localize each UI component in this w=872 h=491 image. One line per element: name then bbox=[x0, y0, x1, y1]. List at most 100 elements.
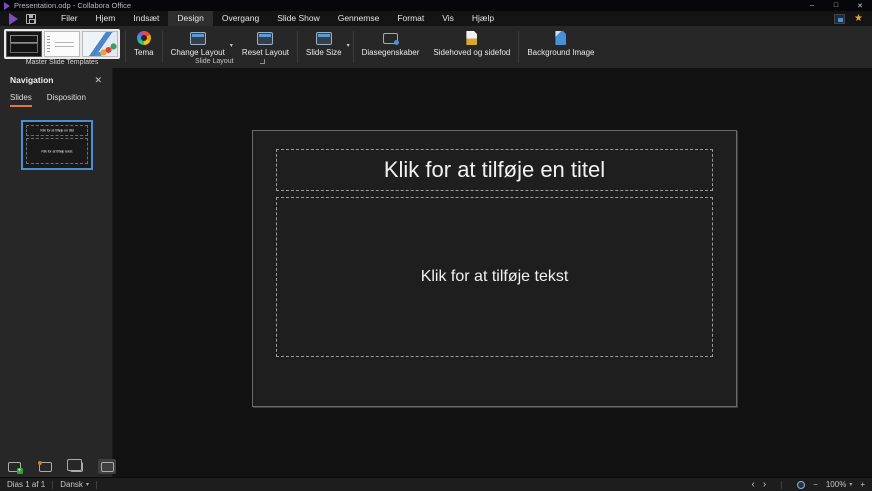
language-dropdown-icon: ▾ bbox=[86, 481, 89, 488]
slide-size-icon bbox=[316, 32, 332, 45]
slide-canvas[interactable]: Klik for at tilføje en titel Klik for at… bbox=[252, 130, 737, 407]
statusbar-divider bbox=[96, 481, 97, 489]
menu-design[interactable]: Design bbox=[168, 11, 212, 26]
ribbon-separator bbox=[353, 31, 354, 63]
thumbnail-title-placeholder: Klik for at tilføje en titel bbox=[26, 125, 88, 136]
collabora-logo-icon[interactable] bbox=[9, 13, 18, 25]
slide-properties-icon bbox=[383, 33, 398, 44]
header-footer-button[interactable]: Sidehoved og sidefod bbox=[426, 28, 517, 57]
zoom-in-button[interactable]: + bbox=[860, 480, 865, 489]
background-image-group: Background Image bbox=[520, 26, 601, 68]
language-selector[interactable]: Dansk ▾ bbox=[60, 480, 89, 489]
ribbon-separator bbox=[125, 31, 126, 63]
fit-slide-icon[interactable] bbox=[797, 481, 805, 489]
title-placeholder[interactable]: Klik for at tilføje en titel bbox=[276, 149, 713, 191]
minimize-button[interactable]: – bbox=[800, 0, 824, 11]
thumbnail-body-placeholder: Klik for at tilføje tekst bbox=[26, 138, 88, 164]
app-logo-icon bbox=[4, 2, 10, 10]
duplicate-slide-button[interactable] bbox=[67, 459, 85, 474]
next-slide-button[interactable]: › bbox=[763, 480, 766, 490]
slide-counter: Dias 1 af 1 bbox=[7, 480, 45, 489]
tema-group: Tema bbox=[127, 26, 161, 68]
change-layout-button[interactable]: Change Layout bbox=[164, 28, 232, 57]
tema-button[interactable]: Tema bbox=[127, 28, 161, 57]
language-label: Dansk bbox=[60, 480, 83, 489]
reset-layout-label: Reset Layout bbox=[242, 48, 289, 57]
thumbnail-title-text: Klik for at tilføje en titel bbox=[40, 129, 74, 133]
master-template-notebook[interactable] bbox=[44, 31, 80, 57]
slide-size-label: Slide Size bbox=[306, 48, 342, 57]
rename-slide-icon bbox=[39, 462, 52, 472]
delete-slide-button[interactable] bbox=[98, 459, 116, 474]
zoom-dropdown-icon: ▾ bbox=[849, 481, 852, 488]
navigation-close-icon[interactable]: ✕ bbox=[94, 76, 102, 85]
status-bar: Dias 1 af 1 Dansk ▾ ‹ › − 100% ▾ + bbox=[0, 477, 872, 491]
slide-layout-group-text: Slide Layout bbox=[195, 58, 234, 65]
star-icon[interactable]: ★ bbox=[854, 14, 863, 24]
statusbar-divider bbox=[781, 481, 782, 489]
maximize-button[interactable]: □ bbox=[824, 0, 848, 11]
reset-layout-icon bbox=[257, 32, 273, 45]
tema-label: Tema bbox=[134, 48, 154, 57]
body-placeholder[interactable]: Klik for at tilføje tekst bbox=[276, 197, 713, 357]
background-image-icon bbox=[555, 31, 566, 45]
master-templates-strip bbox=[4, 29, 120, 59]
ribbon-separator bbox=[518, 31, 519, 63]
statusbar-divider bbox=[52, 481, 53, 489]
menu-slide-show[interactable]: Slide Show bbox=[268, 11, 329, 26]
menu-gennemse[interactable]: Gennemse bbox=[329, 11, 389, 26]
slide-properties-label: Diasegenskaber bbox=[362, 48, 420, 57]
menu-vis[interactable]: Vis bbox=[433, 11, 463, 26]
header-footer-label: Sidehoved og sidefod bbox=[433, 48, 510, 57]
background-image-label: Background Image bbox=[527, 48, 594, 57]
master-template-dark[interactable] bbox=[6, 31, 42, 57]
ribbon-separator bbox=[162, 31, 163, 63]
header-footer-icon bbox=[466, 31, 477, 45]
menu-hjem[interactable]: Hjem bbox=[87, 11, 125, 26]
navigation-title: Navigation bbox=[10, 75, 53, 85]
thumbnail-body-text: Klik for at tilføje tekst bbox=[42, 149, 73, 153]
zoom-level-label: 100% bbox=[826, 480, 846, 489]
menu-hjaelp[interactable]: Hjælp bbox=[463, 11, 503, 26]
rename-slide-button[interactable] bbox=[36, 459, 54, 474]
zoom-out-button[interactable]: − bbox=[813, 480, 818, 489]
plus-badge-icon: + bbox=[17, 468, 23, 474]
menu-filer[interactable]: Filer bbox=[52, 11, 87, 26]
menu-overgang[interactable]: Overgang bbox=[213, 11, 268, 26]
navigation-panel: Navigation ✕ Slides Disposition Klik for… bbox=[0, 68, 113, 477]
reset-layout-button[interactable]: Reset Layout bbox=[235, 28, 296, 57]
slide-layout-group: Change Layout ▾ Reset Layout Slide Layou… bbox=[164, 26, 296, 68]
tab-slides[interactable]: Slides bbox=[10, 93, 32, 107]
delete-slide-icon bbox=[101, 462, 114, 472]
slide-tools: + bbox=[5, 459, 116, 474]
close-button[interactable]: ✕ bbox=[848, 0, 872, 11]
orange-dot-icon bbox=[38, 461, 42, 465]
ribbon: Master Slide Templates Tema Change Layou… bbox=[0, 26, 872, 68]
slide-properties-group: Diasegenskaber Sidehoved og sidefod bbox=[355, 26, 518, 68]
slide-layout-dialog-launcher-icon[interactable] bbox=[260, 59, 265, 64]
menu-format[interactable]: Format bbox=[388, 11, 433, 26]
slide-properties-button[interactable]: Diasegenskaber bbox=[355, 28, 427, 57]
navigation-tabs: Slides Disposition bbox=[0, 88, 112, 107]
menu-bar: Filer Hjem Indsæt Design Overgang Slide … bbox=[0, 11, 872, 26]
ui-view-icon[interactable] bbox=[834, 14, 845, 24]
menu-indsaet[interactable]: Indsæt bbox=[124, 11, 168, 26]
zoom-level-selector[interactable]: 100% ▾ bbox=[826, 480, 852, 489]
slide-thumbnail[interactable]: Klik for at tilføje en titel Klik for at… bbox=[21, 120, 93, 170]
theme-color-wheel-icon bbox=[137, 31, 151, 45]
window-controls: – □ ✕ bbox=[800, 0, 872, 11]
previous-slide-button[interactable]: ‹ bbox=[751, 480, 754, 490]
background-image-button[interactable]: Background Image bbox=[520, 28, 601, 57]
master-template-candy[interactable] bbox=[82, 31, 118, 57]
change-layout-label: Change Layout bbox=[171, 48, 225, 57]
new-slide-icon: + bbox=[8, 462, 21, 472]
slide-size-button[interactable]: Slide Size bbox=[299, 28, 349, 57]
save-icon[interactable] bbox=[26, 14, 36, 24]
slide-size-group: Slide Size ▾ bbox=[299, 26, 352, 68]
title-bar: Presentation.odp - Collabora Office – □ … bbox=[0, 0, 872, 11]
tab-disposition[interactable]: Disposition bbox=[47, 93, 86, 107]
new-slide-button[interactable]: + bbox=[5, 459, 23, 474]
master-templates-group: Master Slide Templates bbox=[0, 26, 124, 68]
duplicate-slide-icon bbox=[70, 462, 83, 472]
ribbon-separator bbox=[297, 31, 298, 63]
